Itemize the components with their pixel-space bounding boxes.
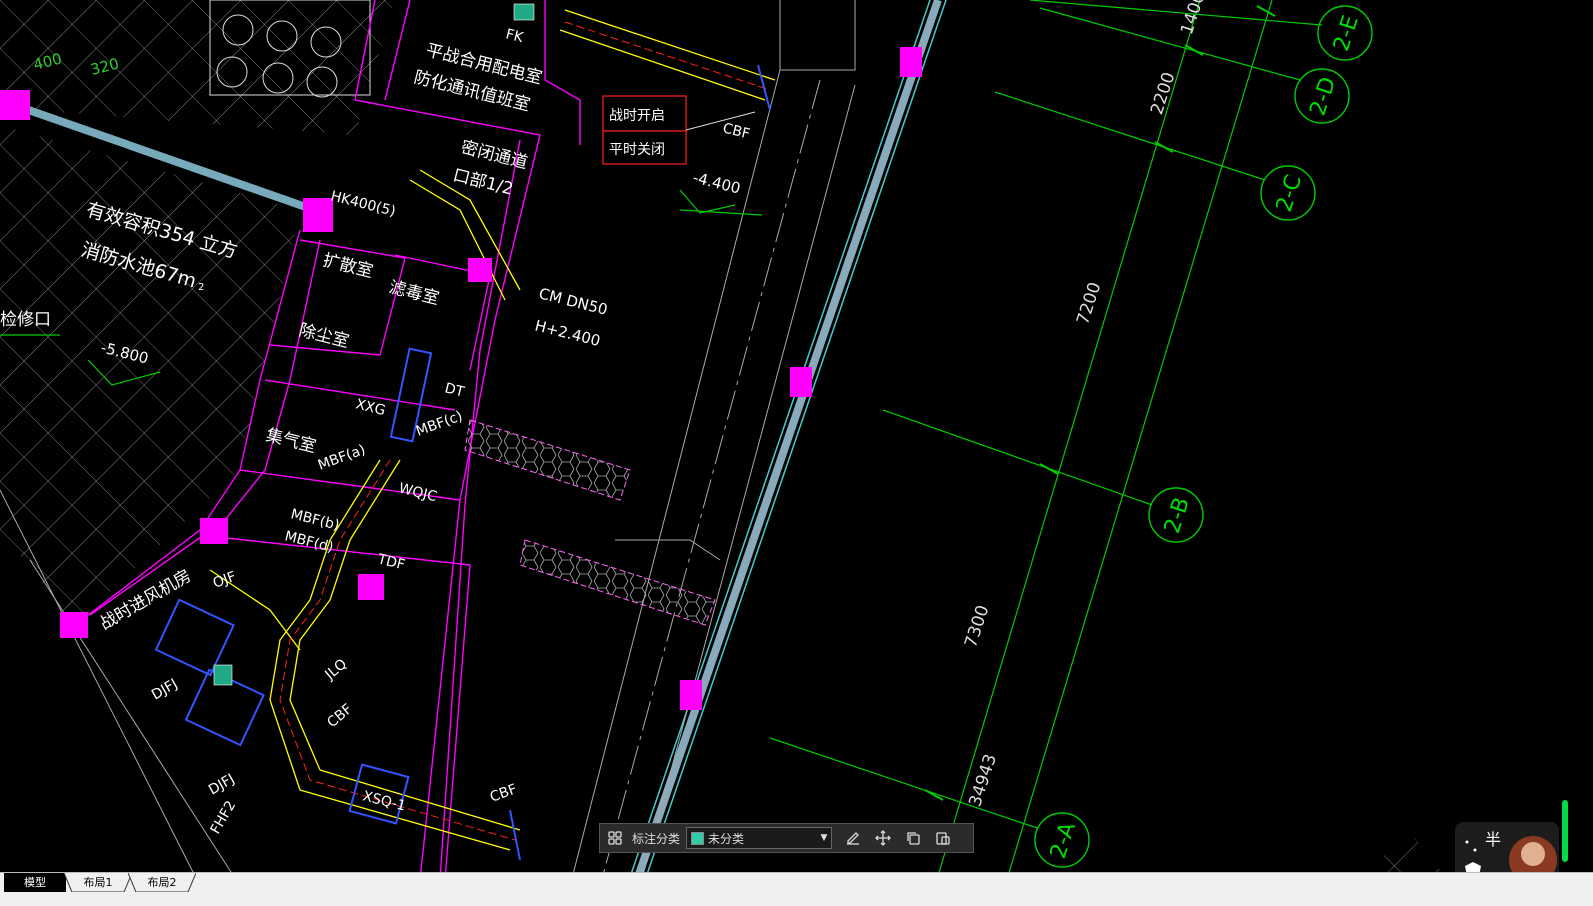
dim-1400: 1400 [1177, 0, 1209, 37]
label-cbf-3: CBF [488, 781, 519, 805]
paste-icon[interactable] [928, 824, 958, 852]
category-color-swatch [691, 831, 705, 845]
label-mbf-d: MBF(d) [283, 528, 335, 556]
grid-ticks [924, 5, 1276, 801]
dim-34943: 34943 [965, 752, 1001, 810]
chevron-down-icon: ▼ [820, 833, 828, 843]
tab-layout1[interactable]: 布局1 [64, 873, 132, 892]
side-scroll-indicator[interactable] [1562, 800, 1568, 862]
label-djfj-1: DJFJ [149, 676, 180, 703]
label-mbf-c: MBF(c) [414, 408, 465, 440]
category-selected-value: 未分类 [708, 831, 745, 846]
copy-icon[interactable] [898, 824, 928, 852]
room-dust: 除尘室 [297, 320, 351, 352]
annotation-toolbar: 标注分类 未分类 ▼ [599, 823, 974, 853]
axis-label-2B: 2-B [1160, 494, 1195, 536]
axis-label-2E: 2-E [1329, 13, 1364, 55]
axis-label-2A: 2-A [1046, 819, 1081, 861]
label-fk: FK [504, 26, 525, 46]
label-fhf2: FHF2 [208, 798, 240, 837]
label-dt: DT [443, 380, 466, 400]
label-cm-h: H+2.400 [533, 316, 602, 350]
annotation-category-label: 标注分类 [632, 831, 681, 846]
pool-hatch [0, 0, 1440, 886]
label-tdf: TDF [375, 551, 406, 573]
axis-label-2D: 2-D [1306, 74, 1342, 119]
label-cbf-1: CBF [721, 120, 751, 142]
room-filter: 滤毒室 [387, 277, 441, 309]
room-inspection: 检修口 [0, 310, 51, 330]
label-jlq: JLQ [322, 656, 351, 684]
tab-model[interactable]: 模型 [4, 873, 66, 892]
legend-wartime-open: 战时开启 [609, 108, 665, 124]
edit-icon[interactable] [838, 824, 868, 852]
dim-2200: 2200 [1147, 70, 1179, 117]
label-ojf: OJF [211, 569, 238, 592]
level-b: -4.400 [691, 168, 742, 197]
cad-drawing-canvas[interactable]: 2-E 2-D 2-C 2-B 2-A 1400 2200 7200 7300 … [0, 0, 1593, 886]
pool-name-sup: 2 [198, 282, 204, 293]
label-cbf-2: CBF [324, 701, 355, 731]
status-strip [0, 892, 1593, 906]
dim-7300: 7300 [961, 603, 993, 650]
widget-half-text: 半 [1485, 830, 1502, 849]
layout-tab-bar: 模型 布局1 布局2 [0, 872, 1593, 892]
label-hk: HK400(5) [329, 188, 397, 220]
axis-label-2C: 2-C [1272, 172, 1307, 215]
tab-layout2[interactable]: 布局2 [128, 873, 196, 892]
label-mbf-a: MBF(a) [316, 442, 368, 474]
legend-peace-close: 平时关闭 [609, 142, 665, 158]
label-wqjc: WQJC [397, 480, 439, 505]
label-djfj-2: DJFJ [206, 771, 237, 798]
room-expansion: 扩散室 [321, 250, 375, 282]
hex-bands [464, 419, 716, 626]
label-xxg: XXG [354, 396, 387, 419]
room-collector: 集气室 [264, 425, 318, 457]
label-cm: CM DN50 [537, 284, 609, 318]
annotation-category-select[interactable]: 未分类 ▼ [686, 827, 833, 849]
axis-bubbles [1034, 5, 1373, 868]
grid-menu-icon[interactable] [600, 824, 630, 852]
label-mbf-b: MBF(b) [289, 506, 341, 534]
dim-7200: 7200 [1073, 280, 1105, 327]
move-icon[interactable] [868, 824, 898, 852]
label-xsq: XSQ-1 [361, 788, 407, 814]
